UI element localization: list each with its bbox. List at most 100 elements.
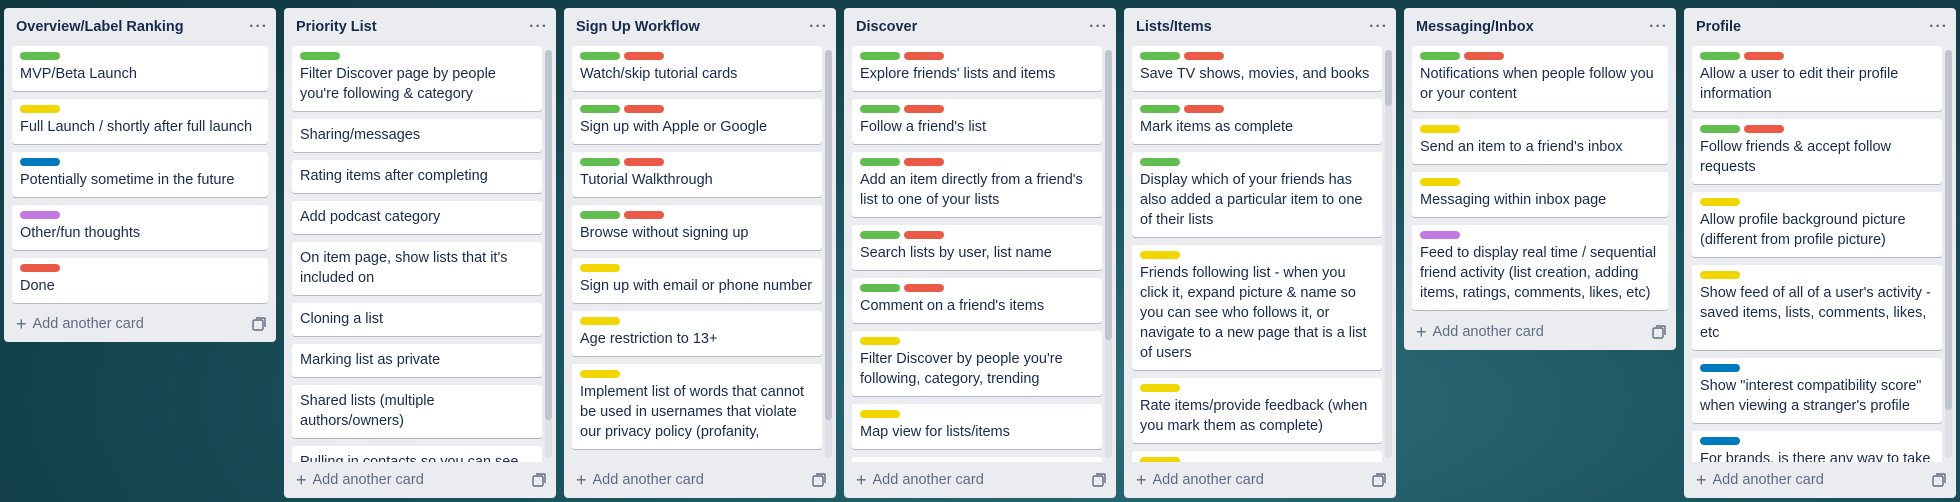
card[interactable]: Explore friends' lists and items [852,46,1102,91]
red-label[interactable] [624,52,664,60]
scrollbar-thumb[interactable] [1385,50,1392,106]
red-label[interactable] [904,284,944,292]
list-header[interactable]: Priority List ··· [284,8,556,42]
list-title[interactable]: Overview/Label Ranking [16,19,184,35]
card[interactable]: Show "interest compatibility score" when… [1692,358,1942,423]
card[interactable]: Marking list as private [292,344,542,377]
card[interactable]: Show feed of all of a user's activity - … [1692,265,1942,350]
card[interactable]: Save TV shows, movies, and books [1132,46,1382,91]
red-label[interactable] [904,52,944,60]
red-label[interactable] [1184,105,1224,113]
card[interactable]: Rate items/provide feedback (when you ma… [1132,378,1382,443]
yellow-label[interactable] [860,337,900,345]
card[interactable]: Allow a user to edit their profile infor… [1692,46,1942,111]
green-label[interactable] [20,52,60,60]
card[interactable]: Age restriction to 13+ [572,311,822,356]
yellow-label[interactable] [1420,125,1460,133]
card[interactable]: Shared lists (multiple authors/owners) [292,385,542,438]
card[interactable]: Add an item directly from a friend's lis… [852,152,1102,217]
card[interactable]: Allow profile background picture (differ… [1692,192,1942,257]
more-icon[interactable]: ··· [529,18,548,36]
card-template-icon[interactable] [1932,473,1946,487]
card-template-icon[interactable] [812,473,826,487]
yellow-label[interactable] [1700,198,1740,206]
red-label[interactable] [1744,52,1784,60]
yellow-label[interactable] [1140,384,1180,392]
list-header[interactable]: Overview/Label Ranking ··· [4,8,276,42]
green-label[interactable] [1420,52,1460,60]
card-template-icon[interactable] [1652,325,1666,339]
card[interactable]: Sign up with email or phone number [572,258,822,303]
green-label[interactable] [580,211,620,219]
add-card-button[interactable]: + Add another card [856,471,984,489]
scrollbar[interactable] [545,50,552,458]
card[interactable]: MVP/Beta Launch [12,46,268,91]
red-label[interactable] [1184,52,1224,60]
card[interactable]: Follow friends & accept follow requests [1692,119,1942,184]
list-title[interactable]: Discover [856,19,917,35]
green-label[interactable] [860,158,900,166]
green-label[interactable] [1700,52,1740,60]
card[interactable] [1132,451,1382,462]
card[interactable]: Display which of your friends has also a… [1132,152,1382,237]
card[interactable]: Search lists by user, list name [852,225,1102,270]
card-template-icon[interactable] [252,317,266,331]
card[interactable]: Add podcast category [292,201,542,234]
card-template-icon[interactable] [1092,473,1106,487]
red-label[interactable] [1464,52,1504,60]
add-card-button[interactable]: + Add another card [1696,471,1824,489]
more-icon[interactable]: ··· [1089,18,1108,36]
more-icon[interactable]: ··· [249,18,268,36]
card[interactable]: Watch/skip tutorial cards [572,46,822,91]
list-header[interactable]: Profile ··· [1684,8,1956,42]
scrollbar[interactable] [825,50,832,458]
add-card-button[interactable]: + Add another card [296,471,424,489]
list-title[interactable]: Sign Up Workflow [576,19,700,35]
blue-label[interactable] [20,158,60,166]
green-label[interactable] [580,158,620,166]
green-label[interactable] [860,52,900,60]
scrollbar[interactable] [1385,50,1392,458]
list-header[interactable]: Sign Up Workflow ··· [564,8,836,42]
green-label[interactable] [580,52,620,60]
card[interactable]: Potentially sometime in the future [12,152,268,197]
more-icon[interactable]: ··· [1649,18,1668,36]
purple-label[interactable] [1420,231,1460,239]
red-label[interactable] [624,158,664,166]
card-template-icon[interactable] [1372,473,1386,487]
card[interactable]: Sharing/messages [292,119,542,152]
card[interactable]: Mark items as complete [1132,99,1382,144]
card[interactable]: Pulling in contacts so you can see [292,446,542,462]
red-label[interactable] [904,231,944,239]
yellow-label[interactable] [860,410,900,418]
card[interactable]: On item page, show lists that it's inclu… [292,242,542,295]
red-label[interactable] [624,211,664,219]
list-header[interactable]: Messaging/Inbox ··· [1404,8,1676,42]
card[interactable]: For brands, is there any way to take [1692,431,1942,462]
green-label[interactable] [860,105,900,113]
card-template-icon[interactable] [532,473,546,487]
add-card-button[interactable]: + Add another card [16,315,144,333]
scrollbar-thumb[interactable] [1945,50,1952,410]
green-label[interactable] [580,105,620,113]
card[interactable]: Friends following list - when you click … [1132,245,1382,370]
card[interactable]: Sign up with Apple or Google [572,99,822,144]
red-label[interactable] [20,264,60,272]
list-header[interactable]: Discover ··· [844,8,1116,42]
card[interactable]: Filter Discover page by people you're fo… [292,46,542,111]
card[interactable]: Comment on a friend's items [852,278,1102,323]
yellow-label[interactable] [1420,178,1460,186]
card[interactable]: Filter Discover by people you're followi… [852,331,1102,396]
card[interactable]: Done [12,258,268,303]
more-icon[interactable]: ··· [1369,18,1388,36]
list-header[interactable]: Lists/Items ··· [1124,8,1396,42]
scrollbar-thumb[interactable] [545,50,552,420]
card[interactable]: Cloning a list [292,303,542,336]
green-label[interactable] [300,52,340,60]
list-title[interactable]: Lists/Items [1136,19,1212,35]
list-title[interactable]: Priority List [296,19,377,35]
yellow-label[interactable] [1140,251,1180,259]
yellow-label[interactable] [1140,457,1180,462]
yellow-label[interactable] [20,105,60,113]
add-card-button[interactable]: + Add another card [1136,471,1264,489]
